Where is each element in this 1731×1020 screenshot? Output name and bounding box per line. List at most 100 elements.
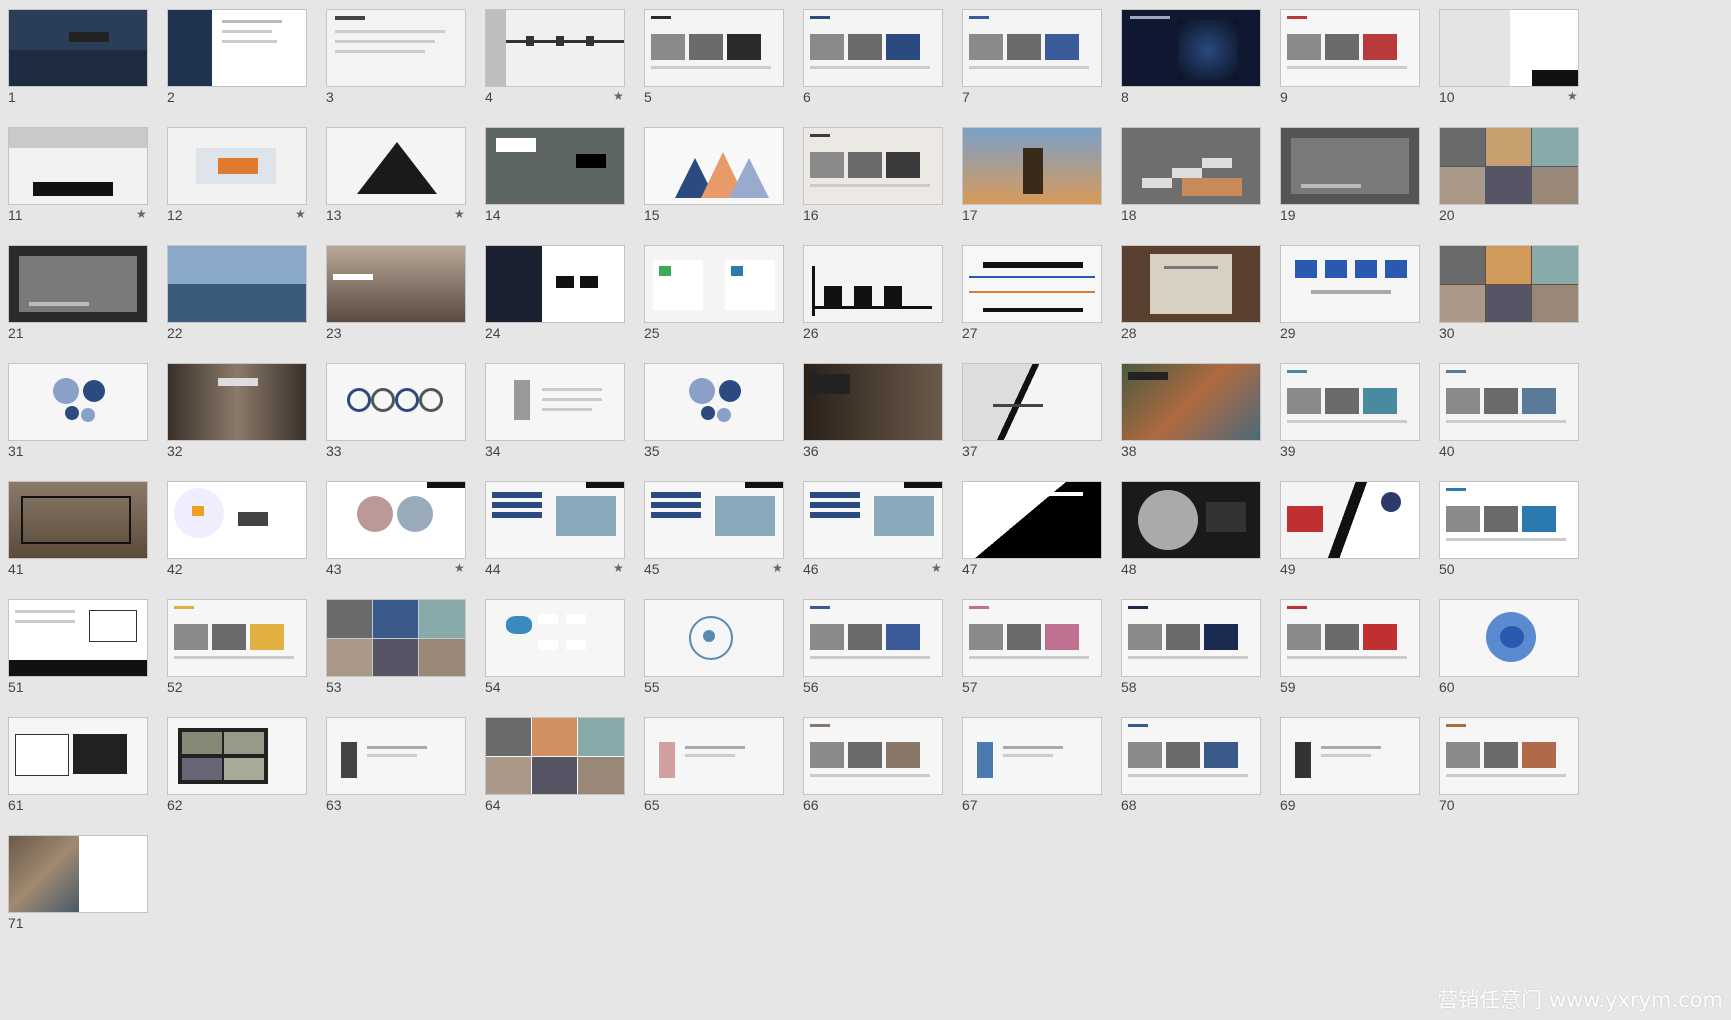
slide-thumbnail[interactable]	[1439, 363, 1579, 441]
slide-thumbnail[interactable]	[962, 599, 1102, 677]
slide-thumbnail[interactable]	[8, 9, 148, 87]
slide-thumbnail[interactable]	[167, 127, 307, 205]
slide-thumbnail[interactable]	[485, 9, 625, 87]
slide-thumbnail[interactable]	[326, 717, 466, 795]
slide-thumbnail[interactable]	[167, 363, 307, 441]
slide-thumbnail[interactable]	[962, 717, 1102, 795]
slide-thumbnail[interactable]	[326, 363, 466, 441]
slide-thumbnail-cell[interactable]: 52	[159, 590, 319, 708]
slide-thumbnail-cell[interactable]: 60	[1431, 590, 1591, 708]
slide-thumbnail[interactable]	[644, 9, 784, 87]
slide-thumbnail[interactable]	[8, 481, 148, 559]
slide-thumbnail[interactable]	[8, 835, 148, 913]
slide-thumbnail-cell[interactable]: 43 ★	[318, 472, 478, 590]
slide-thumbnail[interactable]	[167, 717, 307, 795]
slide-thumbnail-cell[interactable]: 37	[954, 354, 1114, 472]
slide-thumbnail-cell[interactable]: 13 ★	[318, 118, 478, 236]
slide-thumbnail[interactable]	[1121, 127, 1261, 205]
slide-thumbnail[interactable]	[1280, 245, 1420, 323]
slide-thumbnail-cell[interactable]: 61	[0, 708, 160, 826]
slide-thumbnail-cell[interactable]: 51	[0, 590, 160, 708]
slide-thumbnail-cell[interactable]: 40	[1431, 354, 1591, 472]
slide-thumbnail[interactable]	[1121, 717, 1261, 795]
slide-thumbnail-cell[interactable]: 55	[636, 590, 796, 708]
slide-thumbnail[interactable]	[326, 9, 466, 87]
slide-thumbnail-cell[interactable]: 54	[477, 590, 637, 708]
slide-thumbnail-cell[interactable]: 66	[795, 708, 955, 826]
slide-thumbnail-cell[interactable]: 44 ★	[477, 472, 637, 590]
slide-thumbnail[interactable]	[1280, 363, 1420, 441]
slide-thumbnail[interactable]	[1121, 481, 1261, 559]
slide-thumbnail[interactable]	[167, 9, 307, 87]
slide-thumbnail[interactable]	[644, 717, 784, 795]
slide-thumbnail-cell[interactable]: 58	[1113, 590, 1273, 708]
slide-thumbnail-cell[interactable]: 5	[636, 0, 796, 118]
slide-thumbnail-cell[interactable]: 31	[0, 354, 160, 472]
slide-thumbnail-cell[interactable]: 64	[477, 708, 637, 826]
slide-thumbnail-cell[interactable]: 45 ★	[636, 472, 796, 590]
slide-thumbnail[interactable]	[1121, 245, 1261, 323]
slide-thumbnail[interactable]	[803, 127, 943, 205]
slide-thumbnail-cell[interactable]: 14	[477, 118, 637, 236]
slide-thumbnail-cell[interactable]: 39	[1272, 354, 1432, 472]
slide-thumbnail[interactable]	[803, 245, 943, 323]
slide-thumbnail[interactable]	[167, 599, 307, 677]
slide-thumbnail-cell[interactable]: 21	[0, 236, 160, 354]
slide-thumbnail[interactable]	[803, 599, 943, 677]
slide-thumbnail-cell[interactable]: 56	[795, 590, 955, 708]
slide-thumbnail-cell[interactable]: 28	[1113, 236, 1273, 354]
slide-thumbnail[interactable]	[1280, 127, 1420, 205]
slide-thumbnail-cell[interactable]: 22	[159, 236, 319, 354]
slide-thumbnail-cell[interactable]: 7	[954, 0, 1114, 118]
slide-thumbnail[interactable]	[485, 127, 625, 205]
slide-thumbnail-cell[interactable]: 70	[1431, 708, 1591, 826]
slide-thumbnail-cell[interactable]: 59	[1272, 590, 1432, 708]
slide-thumbnail-cell[interactable]: 3	[318, 0, 478, 118]
slide-thumbnail-cell[interactable]: 41	[0, 472, 160, 590]
slide-thumbnail-cell[interactable]: 34	[477, 354, 637, 472]
slide-thumbnail-cell[interactable]: 71	[0, 826, 160, 944]
slide-thumbnail[interactable]	[485, 599, 625, 677]
slide-thumbnail[interactable]	[803, 9, 943, 87]
slide-thumbnail-cell[interactable]: 29	[1272, 236, 1432, 354]
slide-thumbnail[interactable]	[1439, 9, 1579, 87]
slide-thumbnail[interactable]	[1439, 481, 1579, 559]
slide-thumbnail-cell[interactable]: 15	[636, 118, 796, 236]
slide-thumbnail-cell[interactable]: 49	[1272, 472, 1432, 590]
slide-thumbnail-cell[interactable]: 26	[795, 236, 955, 354]
slide-thumbnail-cell[interactable]: 32	[159, 354, 319, 472]
slide-thumbnail-cell[interactable]: 1	[0, 0, 160, 118]
slide-thumbnail-cell[interactable]: 33	[318, 354, 478, 472]
slide-thumbnail-cell[interactable]: 11 ★	[0, 118, 160, 236]
slide-thumbnail[interactable]	[803, 363, 943, 441]
slide-thumbnail-cell[interactable]: 53	[318, 590, 478, 708]
slide-thumbnail-cell[interactable]: 2	[159, 0, 319, 118]
slide-thumbnail[interactable]	[962, 9, 1102, 87]
slide-thumbnail-cell[interactable]: 48	[1113, 472, 1273, 590]
slide-thumbnail[interactable]	[485, 363, 625, 441]
slide-thumbnail[interactable]	[8, 599, 148, 677]
slide-thumbnail[interactable]	[1280, 717, 1420, 795]
slide-thumbnail[interactable]	[8, 245, 148, 323]
slide-thumbnail[interactable]	[803, 717, 943, 795]
slide-thumbnail-cell[interactable]: 62	[159, 708, 319, 826]
slide-thumbnail-cell[interactable]: 27	[954, 236, 1114, 354]
slide-thumbnail[interactable]	[644, 127, 784, 205]
slide-thumbnail-cell[interactable]: 17	[954, 118, 1114, 236]
slide-thumbnail[interactable]	[8, 127, 148, 205]
slide-thumbnail-cell[interactable]: 4 ★	[477, 0, 637, 118]
slide-thumbnail-cell[interactable]: 63	[318, 708, 478, 826]
slide-thumbnail[interactable]	[644, 481, 784, 559]
slide-thumbnail-cell[interactable]: 42	[159, 472, 319, 590]
slide-thumbnail[interactable]	[962, 481, 1102, 559]
slide-thumbnail[interactable]	[803, 481, 943, 559]
slide-thumbnail[interactable]	[1280, 599, 1420, 677]
slide-thumbnail[interactable]	[326, 245, 466, 323]
slide-thumbnail[interactable]	[1439, 127, 1579, 205]
slide-thumbnail-cell[interactable]: 9	[1272, 0, 1432, 118]
slide-thumbnail[interactable]	[1439, 717, 1579, 795]
slide-thumbnail-cell[interactable]: 8	[1113, 0, 1273, 118]
slide-thumbnail[interactable]	[167, 245, 307, 323]
slide-thumbnail[interactable]	[1439, 599, 1579, 677]
slide-thumbnail[interactable]	[167, 481, 307, 559]
